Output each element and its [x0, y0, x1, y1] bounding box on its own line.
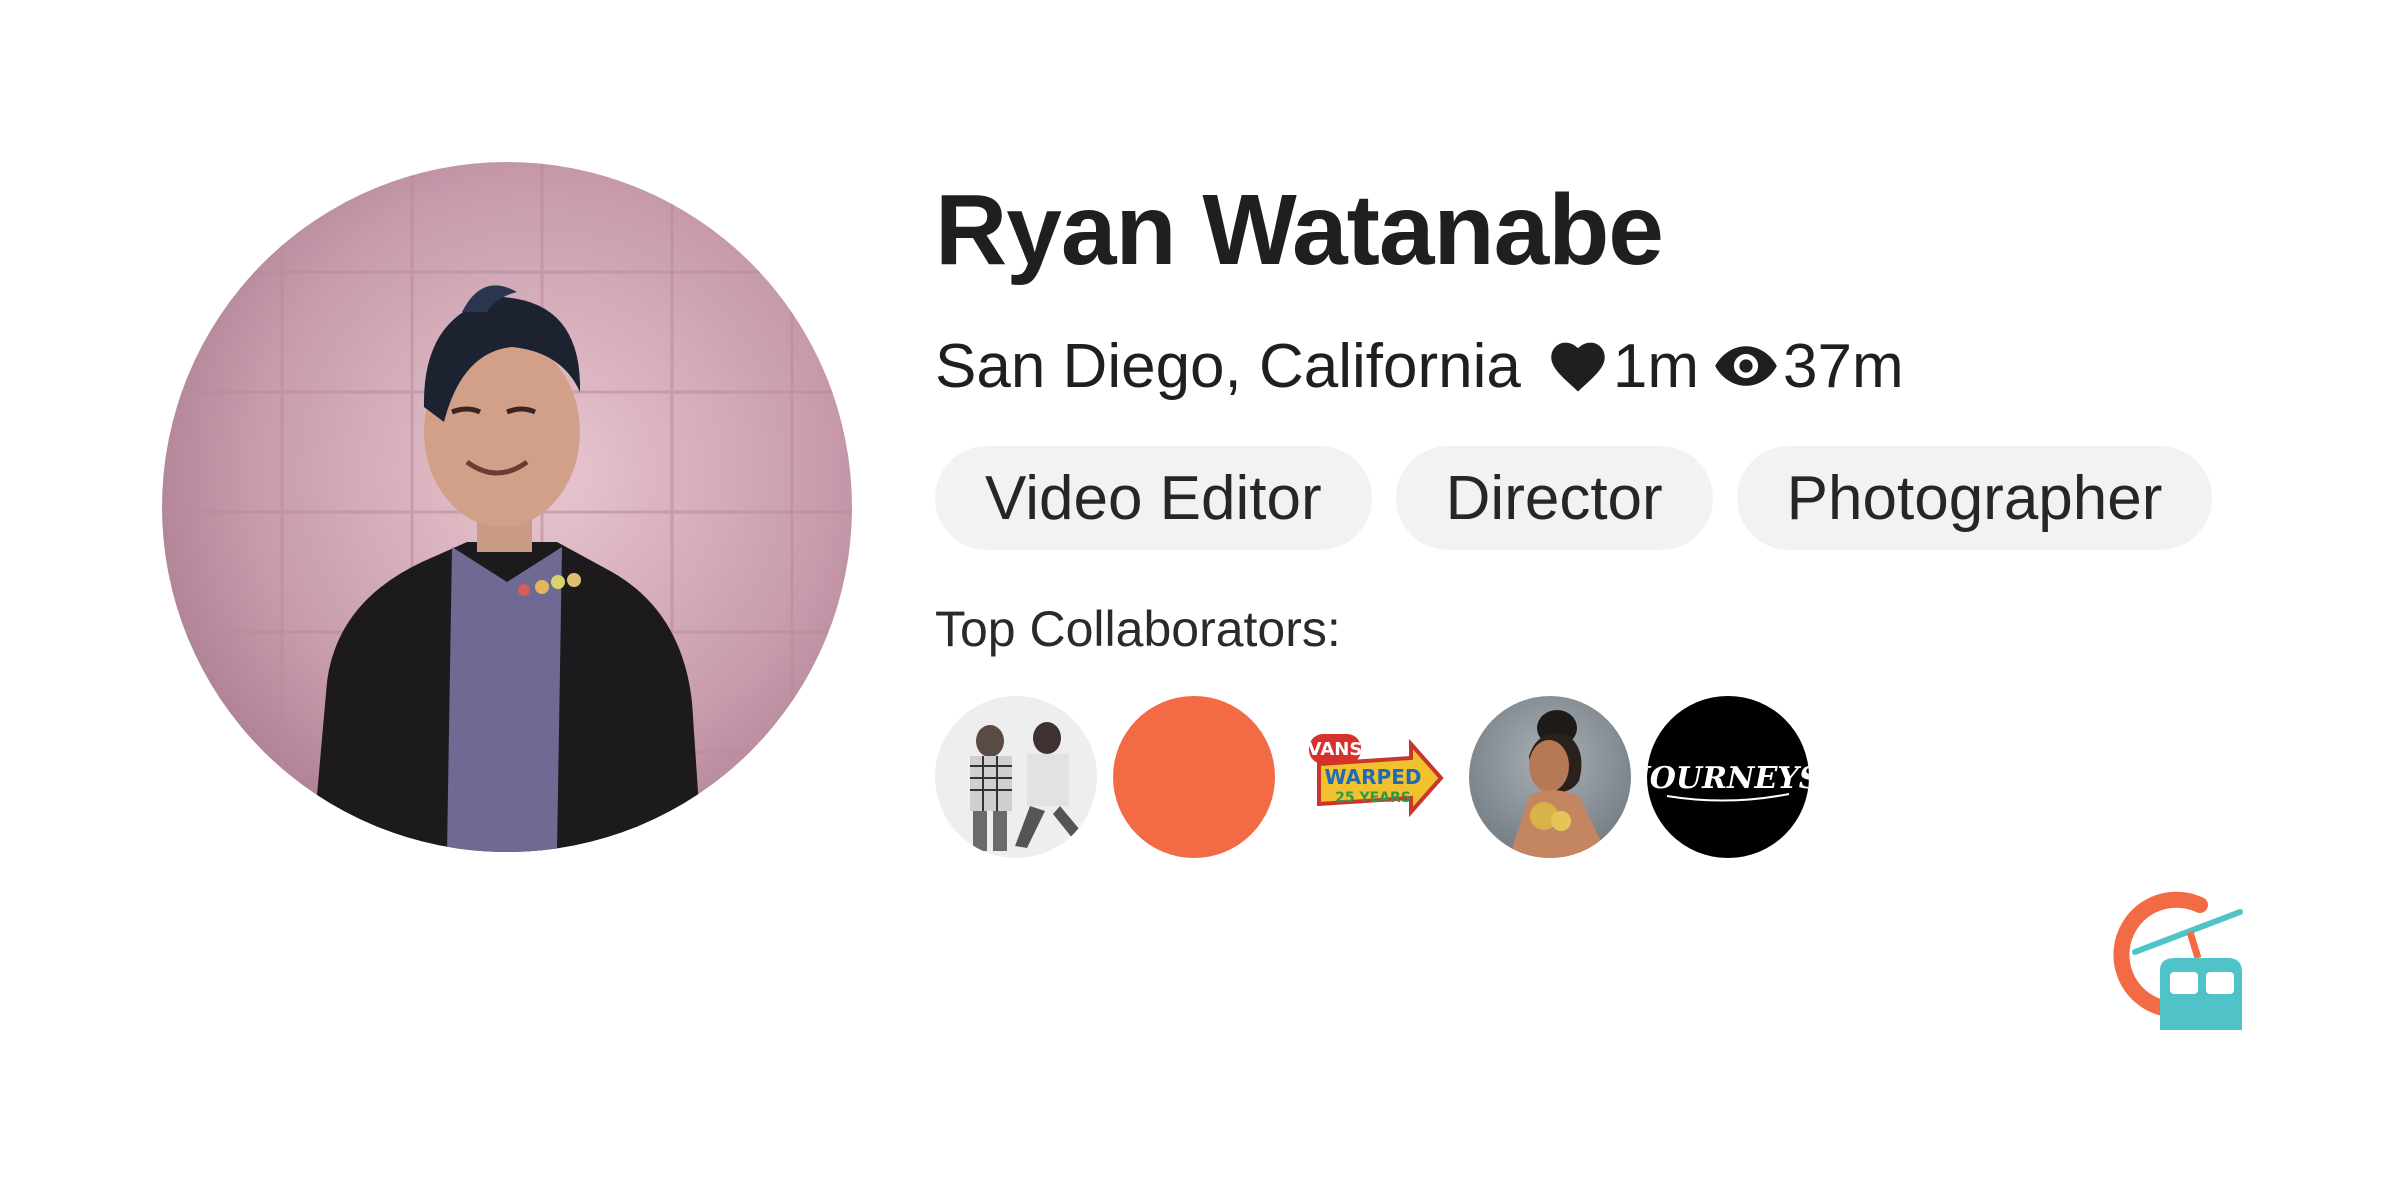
role-tag-video-editor[interactable]: Video Editor: [935, 446, 1372, 550]
top-collaborators-heading: Top Collaborators:: [935, 601, 1341, 657]
collaborator-avatar-vans-warped[interactable]: VANS WARPED 25 YEARS: [1291, 696, 1453, 858]
profile-avatar: [162, 162, 852, 852]
likes-stat: 1m: [1547, 331, 1699, 402]
collaborator-avatar-journeys[interactable]: JOURNEYS: [1647, 696, 1809, 858]
eye-icon: [1715, 346, 1777, 386]
profile-location: San Diego, California: [935, 331, 1521, 401]
svg-text:WARPED: WARPED: [1325, 765, 1422, 789]
profile-meta: San Diego, California 1m 37m: [935, 326, 2236, 406]
svg-text:25 YEARS: 25 YEARS: [1335, 790, 1411, 806]
role-tag-photographer[interactable]: Photographer: [1736, 446, 2213, 550]
collaborator-avatar-duo[interactable]: [935, 696, 1097, 858]
collaborators-list: VANS WARPED 25 YEARS OURNEY: [935, 696, 2236, 858]
collaborator-avatar-singer[interactable]: [1469, 696, 1631, 858]
role-tag-director[interactable]: Director: [1395, 446, 1713, 550]
collaborator-avatar-orange[interactable]: [1113, 696, 1275, 858]
views-stat: 37m: [1713, 331, 1904, 402]
heart-icon: [1551, 342, 1605, 392]
profile-page: Ryan Watanabe San Diego, California 1m 3…: [0, 0, 2400, 1200]
views-count: 37m: [1783, 331, 1904, 401]
likes-count: 1m: [1612, 331, 1700, 401]
brand-logo: [2080, 880, 2270, 1055]
svg-text:VANS: VANS: [1308, 739, 1363, 760]
role-tags: Video Editor Director Photographer: [935, 446, 2236, 550]
profile-info: Ryan Watanabe San Diego, California 1m 3…: [935, 180, 2236, 858]
svg-text:JOURNEYS: JOURNEYS: [1647, 761, 1809, 796]
profile-name: Ryan Watanabe: [935, 174, 1664, 286]
